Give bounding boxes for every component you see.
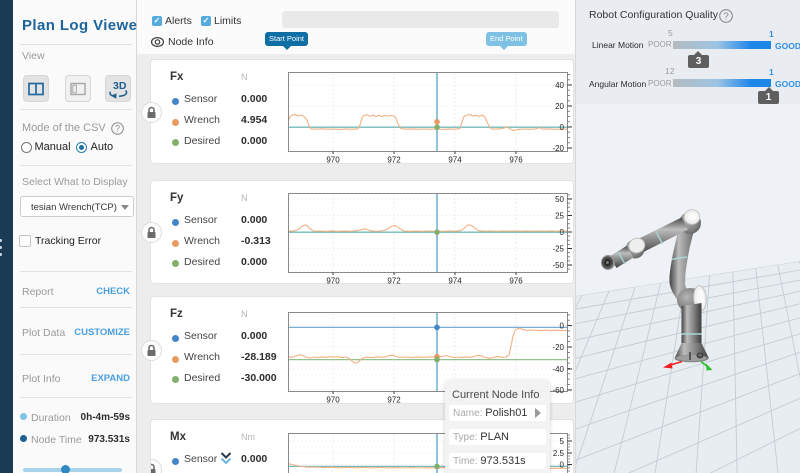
svg-text:970: 970 xyxy=(326,156,340,165)
svg-text:3D: 3D xyxy=(113,80,127,92)
svg-text:25: 25 xyxy=(555,211,564,220)
svg-text:972: 972 xyxy=(387,156,401,165)
svg-text:-20: -20 xyxy=(552,343,564,352)
svg-text:974: 974 xyxy=(448,156,462,165)
svg-text:970: 970 xyxy=(326,277,340,286)
svg-text:976: 976 xyxy=(509,156,523,165)
svg-text:0: 0 xyxy=(560,228,565,237)
svg-text:0: 0 xyxy=(560,321,565,330)
svg-text:50: 50 xyxy=(555,195,564,204)
svg-text:2.5: 2.5 xyxy=(553,449,565,458)
svg-text:976: 976 xyxy=(509,277,523,286)
svg-text:40: 40 xyxy=(555,81,564,90)
svg-text:970: 970 xyxy=(326,396,340,405)
svg-text:-20: -20 xyxy=(552,144,564,153)
svg-text:-60: -60 xyxy=(552,386,564,395)
svg-text:-40: -40 xyxy=(552,365,564,374)
svg-text:972: 972 xyxy=(387,277,401,286)
svg-text:972: 972 xyxy=(387,396,401,405)
svg-text:0: 0 xyxy=(560,460,565,469)
svg-text:20: 20 xyxy=(555,102,564,111)
svg-text:-50: -50 xyxy=(552,261,564,270)
svg-text:0: 0 xyxy=(560,123,565,132)
svg-text:?: ? xyxy=(115,124,120,134)
svg-text:5: 5 xyxy=(560,437,565,446)
svg-text:-25: -25 xyxy=(552,244,564,253)
svg-text:974: 974 xyxy=(448,277,462,286)
